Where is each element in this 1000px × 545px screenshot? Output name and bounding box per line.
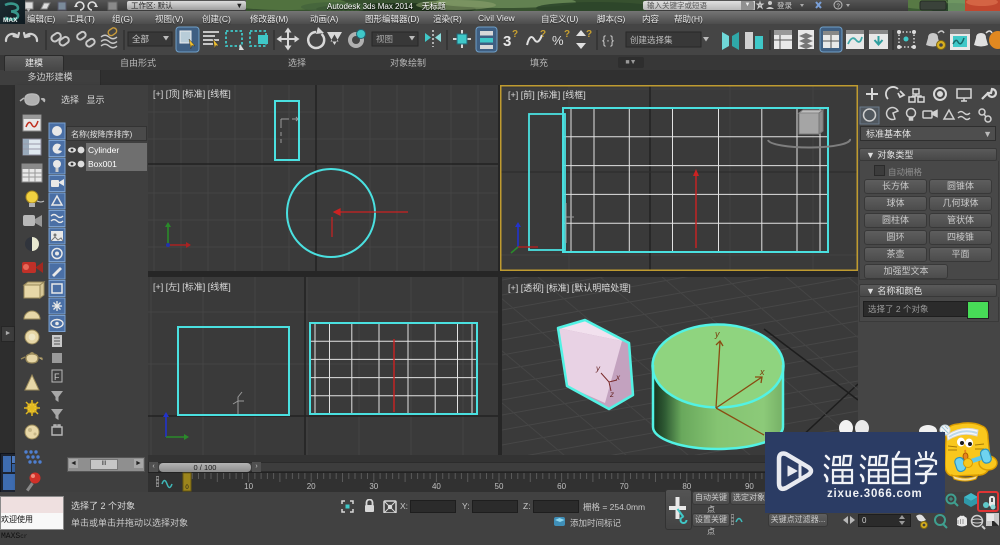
svg-text:?: ? — [564, 29, 570, 40]
svg-text:{·}: {·} — [602, 33, 614, 47]
svg-text:40: 40 — [432, 482, 441, 491]
svg-text:zixue.3066.com: zixue.3066.com — [827, 488, 923, 500]
svg-text:%: % — [552, 33, 564, 48]
svg-text:3: 3 — [503, 33, 511, 50]
svg-text:[+] [前] [标准] [线框]: [+] [前] [标准] [线框] — [508, 89, 586, 100]
svg-text:创建选择集: 创建选择集 — [630, 35, 673, 45]
svg-text:z: z — [609, 390, 614, 399]
svg-text:20: 20 — [307, 482, 316, 491]
svg-text:90: 90 — [745, 482, 754, 491]
svg-text:全部: 全部 — [132, 34, 150, 44]
svg-text:x: x — [759, 367, 765, 377]
svg-text:?: ? — [837, 4, 841, 10]
svg-text:y: y — [714, 329, 720, 339]
svg-text:MAX: MAX — [3, 17, 18, 24]
svg-text:登录: 登录 — [777, 0, 792, 10]
svg-text:?: ? — [512, 29, 518, 40]
svg-text:[+] [左] [标准] [线框]: [+] [左] [标准] [线框] — [153, 281, 231, 292]
svg-text:[+] [顶] [标准] [线框]: [+] [顶] [标准] [线框] — [153, 88, 231, 99]
svg-text:[+] [透视] [标准] [默认明暗处理]: [+] [透视] [标准] [默认明暗处理] — [508, 282, 631, 293]
svg-text:50: 50 — [495, 482, 504, 491]
svg-text:70: 70 — [620, 482, 629, 491]
svg-text:视图: 视图 — [376, 34, 393, 44]
svg-text:?: ? — [586, 29, 592, 40]
svg-text:F: F — [54, 372, 60, 382]
svg-text:30: 30 — [369, 482, 378, 491]
svg-text:60: 60 — [557, 482, 566, 491]
svg-text:10: 10 — [244, 482, 253, 491]
svg-text:?: ? — [540, 29, 546, 40]
